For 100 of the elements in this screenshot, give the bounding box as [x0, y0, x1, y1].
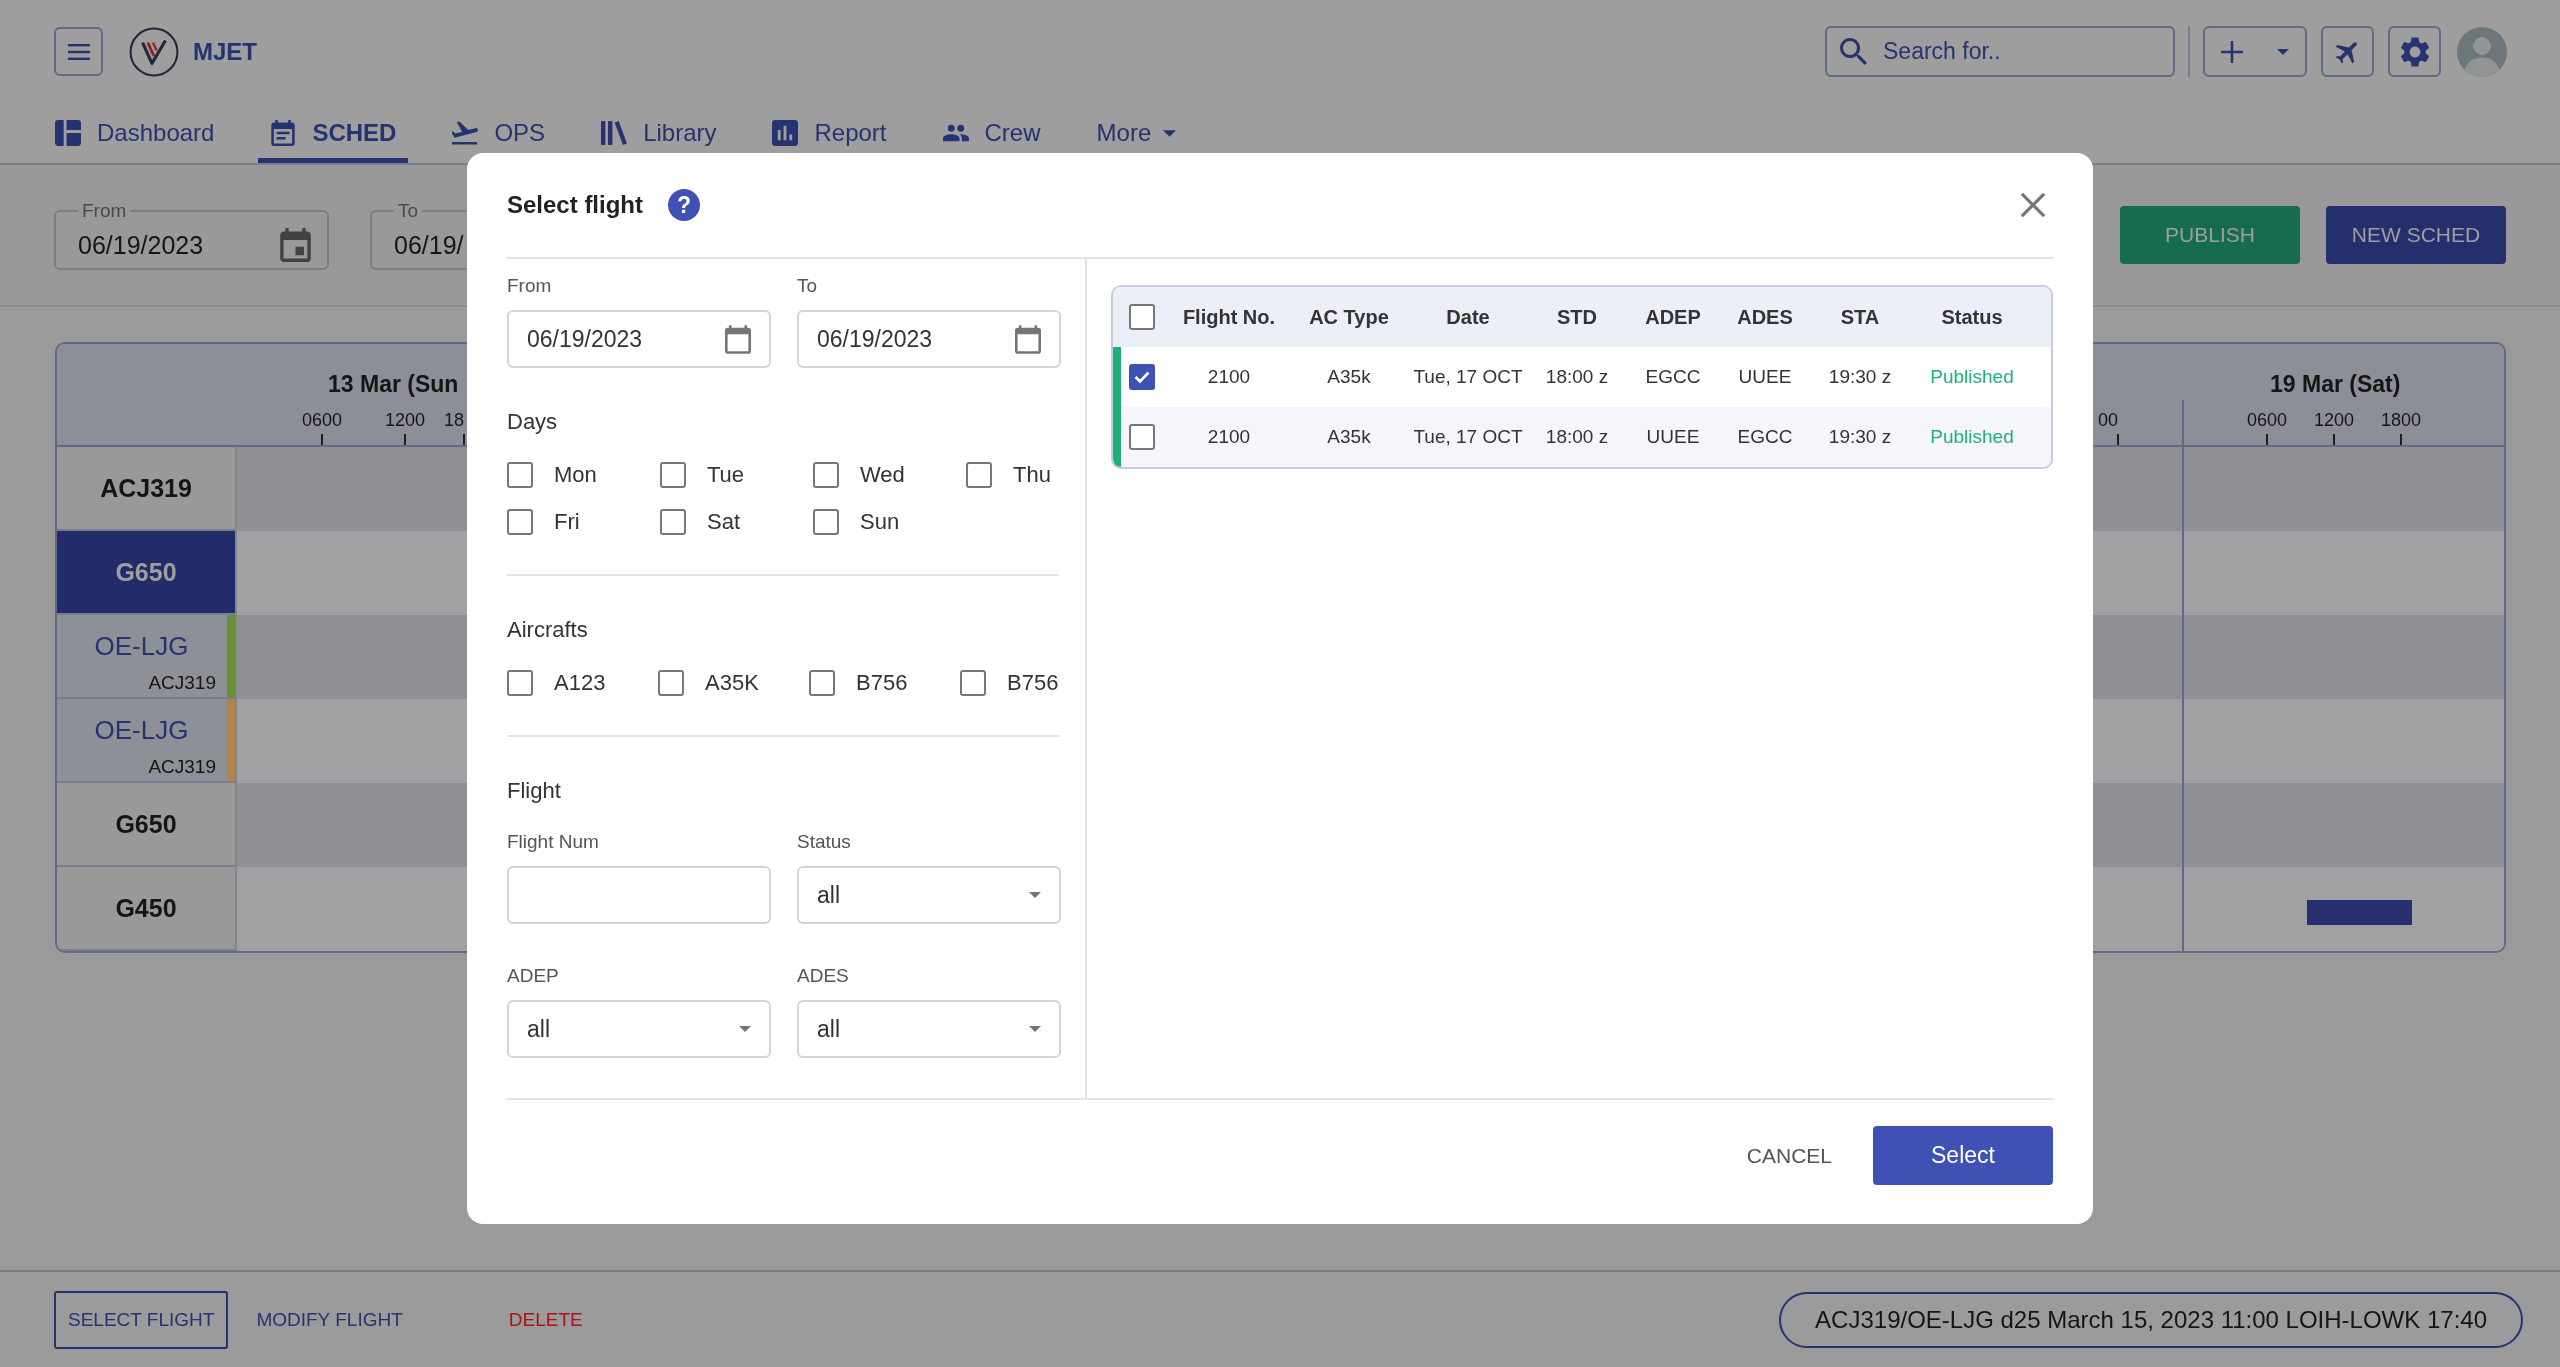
table-cell: 19:30 z [1828, 366, 1892, 388]
field-label: Flight Num [507, 831, 599, 853]
calendar-icon [725, 324, 751, 354]
dialog-title: Select flight [507, 191, 644, 219]
date-field[interactable]: 06/19/2023 [797, 310, 1061, 368]
date-field[interactable]: 06/19/2023 [507, 310, 771, 368]
checkbox-label[interactable]: A35K [705, 670, 759, 696]
checkbox[interactable] [507, 670, 533, 696]
checkbox[interactable] [813, 509, 839, 535]
table-row[interactable]: 2100 A35k Tue, 17 OCT 18:00 z UUEE EGCC 19:30 z Published [1113, 407, 2051, 467]
table-cell: Tue, 17 OCT [1413, 426, 1523, 448]
tick-label: 1800 [2381, 409, 2421, 431]
checkbox-label[interactable]: Tue [707, 462, 745, 488]
checkbox-label[interactable]: B756 [1007, 670, 1059, 696]
section-label: Days [507, 409, 558, 435]
checkbox-label[interactable]: Fri [554, 509, 580, 535]
aircraft-type-text: ACJ319 [148, 756, 216, 778]
checkbox[interactable] [809, 670, 835, 696]
search-icon [1840, 38, 1867, 65]
menu-icon [67, 43, 90, 60]
checkbox[interactable] [507, 509, 533, 535]
logo-icon [129, 26, 179, 77]
help-button[interactable]: ? [668, 189, 701, 221]
column-header: STD [1557, 305, 1597, 329]
nav-tab[interactable]: Report [760, 103, 899, 163]
field-label: Status [797, 831, 851, 853]
calendar-icon [270, 120, 297, 146]
row-header[interactable]: OE-LJG ACJ319 [57, 699, 237, 783]
caret-icon [1029, 892, 1041, 898]
row-header[interactable]: G650 [57, 531, 237, 615]
column-header: AC Type [1309, 305, 1389, 329]
tick-label: 0600 [2247, 409, 2287, 431]
table-cell: UUEE [1646, 426, 1700, 448]
status-text: Published [1930, 366, 2014, 388]
nav-tab[interactable]: Library [589, 103, 729, 163]
cancel-button[interactable]: CANCEL [1726, 1126, 1852, 1185]
table-cell: 18:00 z [1545, 426, 1609, 448]
column-header: ADES [1737, 305, 1793, 329]
select-button[interactable]: Select [1873, 1126, 2053, 1185]
tick-label: 1200 [2314, 409, 2354, 431]
nav-tab[interactable]: Dashboard [43, 103, 227, 163]
registration-text: OE-LJG [94, 715, 189, 746]
flight-button[interactable] [2321, 26, 2374, 77]
settings-button[interactable] [2388, 26, 2441, 77]
select-field[interactable]: all [797, 1000, 1061, 1058]
table-cell: UUEE [1738, 366, 1792, 388]
checkbox[interactable] [813, 462, 839, 488]
checkbox-label[interactable]: A123 [554, 670, 606, 696]
add-menu-button[interactable] [2203, 26, 2307, 77]
section-label: Flight [507, 778, 561, 804]
checkbox[interactable] [960, 670, 986, 696]
checkbox-label[interactable]: Wed [860, 462, 905, 488]
aircraft-type-text: ACJ319 [148, 672, 216, 694]
checkbox-label[interactable]: Sun [860, 509, 900, 535]
checkbox[interactable] [966, 462, 992, 488]
row-header[interactable]: ACJ319 [57, 447, 237, 531]
checkbox[interactable] [1129, 304, 1155, 330]
table-cell: A35k [1327, 426, 1371, 448]
checkbox-label[interactable]: Mon [554, 462, 597, 488]
caret-icon [2277, 48, 2289, 55]
select-field[interactable]: all [797, 866, 1061, 924]
flight-block[interactable] [2307, 899, 2412, 925]
modify-flight-button[interactable]: MODIFY FLIGHT [244, 1290, 415, 1349]
caret-icon [1163, 129, 1177, 137]
nav-tab[interactable]: OPS [440, 103, 558, 163]
tick-label: 18 [444, 409, 466, 431]
checkbox-label[interactable]: Thu [1013, 462, 1051, 488]
check-icon [1134, 371, 1150, 383]
tick-label: 0600 [302, 409, 342, 431]
row-header[interactable]: OE-LJG ACJ319 [57, 615, 237, 699]
checkbox[interactable] [1129, 364, 1155, 390]
checkbox-label[interactable]: B756 [856, 670, 908, 696]
new-schedule-button[interactable]: NEW SCHED [2326, 206, 2506, 264]
menu-button[interactable] [54, 27, 103, 76]
search-field[interactable]: Search for.. [1825, 26, 2175, 77]
row-header[interactable]: G450 [57, 867, 237, 951]
checkbox[interactable] [507, 462, 533, 488]
caret-icon [739, 1026, 751, 1032]
checkbox[interactable] [660, 509, 686, 535]
table-cell: EGCC [1737, 426, 1793, 448]
close-button[interactable] [2018, 190, 2048, 220]
checkbox[interactable] [660, 462, 686, 488]
more-menu[interactable]: More [1084, 103, 1189, 163]
field-label: ADEP [507, 965, 559, 987]
checkbox-label[interactable]: Sat [707, 509, 741, 535]
calendar-icon [280, 228, 311, 262]
close-icon [2020, 192, 2046, 218]
tick-label: 1200 [385, 409, 425, 431]
checkbox[interactable] [658, 670, 684, 696]
section-label: Aircrafts [507, 617, 588, 643]
tick-label: 00 [2098, 409, 2120, 431]
plane-takeoff-icon [452, 120, 479, 146]
row-header[interactable]: G650 [57, 783, 237, 867]
checkbox[interactable] [1129, 424, 1155, 450]
input-field[interactable] [507, 866, 771, 924]
select-field[interactable]: all [507, 1000, 771, 1058]
column-header: Flight No. [1182, 305, 1276, 329]
select-flight-button[interactable]: SELECT FLIGHT [54, 1290, 229, 1349]
nav-tab[interactable]: Crew [930, 103, 1053, 163]
table-cell: A35k [1327, 366, 1371, 388]
